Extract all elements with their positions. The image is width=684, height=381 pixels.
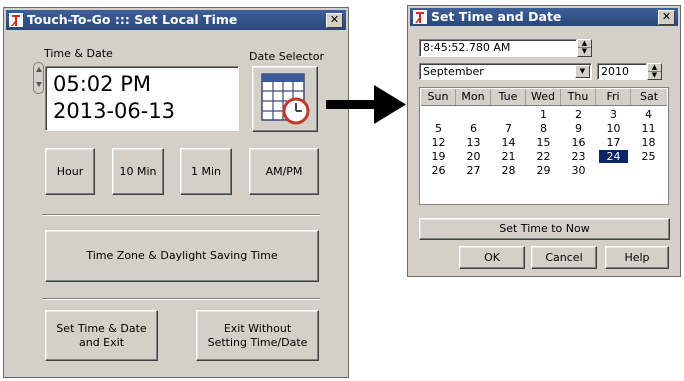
day-cell[interactable]: 9	[564, 122, 593, 135]
day-cell[interactable]: 25	[634, 150, 663, 163]
right-arrow-icon	[326, 85, 406, 124]
ok-button[interactable]: OK	[459, 246, 525, 269]
day-cell[interactable]: 18	[634, 136, 663, 149]
day-cell[interactable]: 14	[494, 136, 523, 149]
day-cell[interactable]: 23	[564, 150, 593, 163]
set-time-to-now-button[interactable]: Set Time to Now	[419, 218, 670, 240]
day-cell[interactable]: 10	[599, 122, 628, 135]
close-icon: ✕	[329, 13, 340, 26]
exit-label-line1: Exit Without	[223, 321, 292, 335]
day-cell[interactable]: 15	[529, 136, 558, 149]
year-field[interactable]: 2010	[597, 63, 647, 80]
year-field-value: 2010	[601, 65, 629, 78]
selected-day-cell[interactable]: 24	[599, 150, 628, 163]
date-selector-label: Date Selector	[249, 50, 324, 63]
weekday-label: Sat	[639, 90, 659, 103]
ten-min-button[interactable]: 10 Min	[112, 148, 164, 195]
cancel-label: Cancel	[545, 250, 583, 264]
touch-to-go-icon	[9, 13, 23, 27]
title-bar: Touch-To-Go ::: Set Local Time ✕	[6, 10, 346, 30]
set-local-time-window: Touch-To-Go ::: Set Local Time ✕ Time & …	[3, 7, 349, 378]
day-cell[interactable]: 13	[459, 136, 488, 149]
day-cell[interactable]: 4	[634, 108, 663, 121]
ampm-button[interactable]: AM/PM	[249, 148, 319, 195]
day-cell[interactable]: 28	[494, 164, 523, 177]
close-button[interactable]: ✕	[658, 10, 675, 25]
exit-label-line2: Setting Time/Date	[207, 335, 308, 349]
weekday-label: Thu	[561, 89, 596, 105]
cancel-button[interactable]: Cancel	[531, 246, 597, 269]
timezone-button[interactable]: Time Zone & Daylight Saving Time	[45, 230, 319, 282]
day-cell[interactable]: 11	[634, 122, 663, 135]
weekday-label: Tue	[491, 89, 526, 105]
calendar-clock-icon	[261, 73, 310, 125]
window-title: Touch-To-Go ::: Set Local Time	[27, 12, 238, 27]
day-cell[interactable]: 17	[599, 136, 628, 149]
help-button[interactable]: Help	[605, 246, 669, 269]
day-cell[interactable]: 12	[424, 136, 453, 149]
spinner-down-icon[interactable]: ▼	[648, 71, 661, 80]
time-field-value: 8:45:52.780 AM	[423, 41, 511, 54]
day-cell[interactable]: 29	[529, 164, 558, 177]
time-value: 05:02 PM	[53, 72, 151, 96]
set-exit-label-line1: Set Time & Date	[56, 321, 147, 335]
hour-button[interactable]: Hour	[45, 148, 95, 195]
set-time-and-exit-button[interactable]: Set Time & Date and Exit	[45, 310, 158, 361]
day-cell[interactable]: 6	[459, 122, 488, 135]
separator	[42, 214, 320, 216]
day-cell[interactable]: 3	[599, 108, 628, 121]
weekday-label: Wed	[526, 89, 561, 105]
hour-button-label: Hour	[56, 164, 84, 178]
spinner-down-icon[interactable]: ▼	[578, 48, 591, 56]
timezone-button-label: Time Zone & Daylight Saving Time	[86, 249, 278, 262]
day-cell[interactable]: 26	[424, 164, 453, 177]
time-spinner[interactable]: ▲ ▼	[577, 39, 592, 57]
day-cell[interactable]: 30	[564, 164, 593, 177]
set-exit-label-line2: and Exit	[78, 335, 125, 349]
one-min-button[interactable]: 1 Min	[180, 148, 232, 195]
day-cell[interactable]: 27	[459, 164, 488, 177]
ampm-button-label: AM/PM	[265, 164, 303, 178]
day-cell[interactable]: 2	[564, 108, 593, 121]
stepper-up-icon[interactable]	[36, 67, 42, 72]
exit-without-setting-button[interactable]: Exit Without Setting Time/Date	[196, 310, 319, 361]
weekday-label: Sun	[421, 89, 456, 105]
title-bar: Set Time and Date ✕	[410, 8, 678, 26]
ten-min-button-label: 10 Min	[119, 164, 157, 178]
day-cell[interactable]: 16	[564, 136, 593, 149]
ok-label: OK	[484, 250, 500, 264]
year-spinner[interactable]: ▲ ▼	[647, 63, 662, 80]
time-field[interactable]: 8:45:52.780 AM	[419, 39, 577, 57]
day-cell[interactable]: 7	[494, 122, 523, 135]
time-date-label: Time & Date	[44, 47, 113, 60]
time-date-display[interactable]: 05:02 PM 2013-06-13	[45, 66, 239, 131]
separator	[42, 298, 320, 300]
day-cell[interactable]: 5	[424, 122, 453, 135]
chevron-down-icon[interactable]: ▼	[575, 65, 590, 78]
day-cell[interactable]: 22	[529, 150, 558, 163]
stepper-down-icon[interactable]	[36, 82, 42, 87]
close-button[interactable]: ✕	[326, 13, 343, 28]
day-cell[interactable]: 21	[494, 150, 523, 163]
weekday-label: Mon	[456, 89, 491, 105]
set-time-and-date-window: Set Time and Date ✕ 8:45:52.780 AM ▲ ▼ S…	[407, 5, 681, 277]
window-title: Set Time and Date	[431, 9, 562, 24]
calendar-grid[interactable]: Sun Mon Tue Wed Thu Fri Sat 1 2 3 4 5 6 7 8 9 10 1…	[419, 87, 669, 205]
one-min-button-label: 1 Min	[190, 164, 221, 178]
set-now-label: Set Time to Now	[499, 222, 590, 235]
month-select-value: September	[423, 65, 484, 78]
day-cell[interactable]: 19	[424, 150, 453, 163]
day-cell[interactable]: 1	[529, 108, 558, 121]
time-stepper[interactable]	[33, 62, 44, 94]
month-select[interactable]: September ▼	[419, 63, 592, 80]
close-icon: ✕	[661, 10, 672, 23]
touch-to-go-icon	[413, 10, 427, 24]
day-cell[interactable]: 20	[459, 150, 488, 163]
date-value: 2013-06-13	[53, 99, 176, 123]
weekday-label: Fri	[596, 89, 631, 105]
help-label: Help	[624, 250, 650, 264]
date-selector-button[interactable]	[252, 66, 318, 132]
weekday-header: Sun Mon Tue Wed Thu Fri Sat	[421, 89, 667, 106]
day-cell[interactable]: 8	[529, 122, 558, 135]
